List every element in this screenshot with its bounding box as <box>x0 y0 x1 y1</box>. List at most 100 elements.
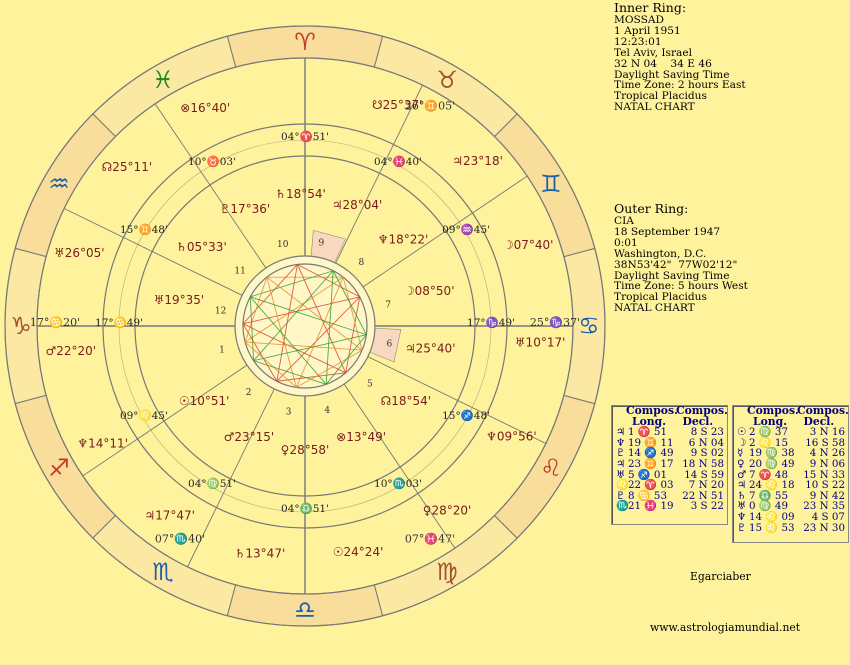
planet-glyph: ♆ <box>737 510 747 523</box>
inner-ring-heading: Inner Ring: <box>614 0 687 15</box>
table-cell: 9 N 06 <box>809 457 845 470</box>
cusp-label: 04°♍51' <box>188 477 236 490</box>
inner-planet-label: ☊18°54' <box>381 394 432 408</box>
outer-planet-label: ☉24°24' <box>333 545 384 559</box>
table-row: ♆ 14 ♌ 09 4 S 07 <box>733 512 848 523</box>
outer-cusp-label: 26°♊05' <box>405 99 455 112</box>
outer-planet-label: ♀28°20' <box>423 503 472 517</box>
outer-planet-label: ♃17°47' <box>144 508 195 522</box>
inner-planet-label: ♄05°33' <box>176 240 227 254</box>
zodiac-sign-glyph: ♌ <box>540 454 562 482</box>
biwheel-chart: ♈♓♒♑♐♏♎♍♌♋♊♉123 45678910111217°♋49'09°♌45… <box>4 25 606 627</box>
house-number: 11 <box>234 267 245 277</box>
table-row: ♀ 20 ♍ 49 9 N 06 <box>733 459 848 470</box>
outer-planet-label: ♃23°18' <box>452 154 503 168</box>
table-cell: 3 S 22 <box>690 500 724 513</box>
inner-ring-line: NATAL CHART <box>614 101 695 114</box>
inner-planet-label: ♄18°54' <box>275 187 326 201</box>
table-cell: 20 ♍ 49 <box>749 457 795 470</box>
outer-planet-label: ♆14°11' <box>77 437 128 451</box>
inner-planet-label: ♅19°35' <box>154 293 205 307</box>
outer-ring-line: NATAL CHART <box>614 302 695 315</box>
zodiac-sign-glyph: ♍ <box>436 558 458 586</box>
outer-planet-label: ♂22°20' <box>45 344 96 358</box>
zodiac-sign-glyph: ♈ <box>294 28 316 56</box>
table-cell: 23 N 30 <box>803 521 845 534</box>
planet-glyph: ♀ <box>737 457 745 470</box>
inner-planet-label: ☉10°51' <box>179 394 230 408</box>
outer-planet-label: ♄13°47' <box>235 547 286 561</box>
house-number: 6 <box>387 339 393 349</box>
zodiac-sign-glyph: ♋ <box>578 312 600 340</box>
composite-table-right: Compos. Compos. Long. Decl. ☉ 2 ♍ 37 3 N 1… <box>732 405 849 543</box>
zodiac-sign-glyph: ♎ <box>294 596 316 624</box>
table-cell: 15 ♌ 53 <box>749 521 795 534</box>
website-link[interactable]: www.astrologiamundial.net <box>650 621 800 634</box>
cusp-label: 10°♏03' <box>374 477 422 490</box>
table-cell: 18 N 58 <box>682 457 724 470</box>
inner-planet-label: ⊗13°49' <box>336 430 386 444</box>
outer-cusp-label: 07°♓47' <box>405 533 455 546</box>
planet-glyph: ♃ <box>616 457 626 470</box>
zodiac-sign-glyph: ♏ <box>152 558 174 586</box>
inner-planet-label: ♇17°36' <box>220 202 271 216</box>
house-number: 8 <box>359 258 365 268</box>
house-cusp-line <box>343 383 456 549</box>
cusp-label: 04°♓40' <box>374 155 422 168</box>
house-number: 2 <box>246 388 252 398</box>
planet-glyph: ♏ <box>616 500 629 513</box>
inner-planet-label: ♆18°22' <box>378 233 429 247</box>
outer-planet-label: ☊25°11' <box>102 160 153 174</box>
inner-planet-label: ♂23°15' <box>224 430 275 444</box>
house-number: 1 <box>219 345 225 355</box>
cusp-label: 15°♊48' <box>120 223 168 236</box>
cusp-label: 04°♈51' <box>281 130 329 143</box>
house-number: 10 <box>277 240 289 250</box>
author-credit: Egarciaber <box>690 570 751 583</box>
table-cell: 23 ♊ 17 <box>628 457 674 470</box>
outer-planet-label: ☽07°40' <box>503 238 554 252</box>
inner-planet-label: ♀28°58' <box>281 443 330 457</box>
cusp-label: 17°♑49' <box>467 316 515 329</box>
outer-planet-label: ♆09°56' <box>486 429 537 443</box>
inner-ring-line: 32 N 04 34 E 46 <box>614 57 712 70</box>
house-number: 4 <box>324 406 330 416</box>
inner-planet-label: ♃28°04' <box>332 198 383 212</box>
zodiac-sign-glyph: ♐ <box>48 454 70 482</box>
cusp-label: 09°♌45' <box>120 409 168 422</box>
zodiac-sign-glyph: ♑ <box>10 312 32 340</box>
inner-planet-label: ☽08°50' <box>404 284 455 298</box>
zodiac-sign-glyph: ♒ <box>48 170 70 198</box>
planet-glyph: ♇ <box>737 521 747 534</box>
composite-table-left: Compos. Compos. Long. Decl. ♃ 1 ♈ 51 8 S 2… <box>611 405 728 525</box>
house-number: 9 <box>319 239 325 249</box>
cusp-label: 10°♉03' <box>188 155 236 168</box>
inner-planet-label: ♃25°40' <box>405 342 456 356</box>
outer-planet-label: ♅26°05' <box>54 246 105 260</box>
outer-cusp-label: 25°♑37' <box>530 316 580 329</box>
table-cell: 4 S 07 <box>811 510 845 523</box>
house-number: 12 <box>215 307 226 317</box>
table-row: ♏ 21 ♓ 19 3 S 22 <box>612 501 727 512</box>
outer-planet-label: ♅10°17' <box>515 336 566 350</box>
outer-cusp-label: 07°♏40' <box>155 533 205 546</box>
outer-ring-info: Outer Ring: CIA 18 September 1947 0:01 W… <box>614 201 748 314</box>
outer-ring-line: Washington, D.C. <box>614 247 707 260</box>
outer-cusp-label: 17°♋20' <box>30 316 80 329</box>
outer-planet-label: ⊗16°40' <box>180 101 230 115</box>
cusp-label: 09°♒45' <box>442 223 490 236</box>
outer-ring-line: 38N53'42" 77W02'12" <box>614 258 738 271</box>
zodiac-sign-glyph: ♊ <box>540 170 562 198</box>
cusp-label: 17°♋49' <box>95 316 143 329</box>
zodiac-sign-glyph: ♓ <box>152 66 174 94</box>
inner-ring-info: Inner Ring: MOSSAD 1 April 1951 12:23:01… <box>614 0 746 113</box>
outer-ring-heading: Outer Ring: <box>614 201 689 216</box>
table-row: ♇ 15 ♌ 53 23 N 30 <box>733 521 848 534</box>
cusp-label: 04°♎51' <box>281 502 329 515</box>
zodiac-sign-glyph: ♉ <box>436 66 458 94</box>
house-number: 3 <box>286 407 292 417</box>
inner-ring-line: Tel Aviv, Israel <box>614 46 692 59</box>
house-number: 7 <box>385 301 391 311</box>
table-cell: 21 ♓ 19 <box>628 500 674 513</box>
table-row: ♃ 23 ♊ 17 18 N 58 <box>612 459 727 470</box>
